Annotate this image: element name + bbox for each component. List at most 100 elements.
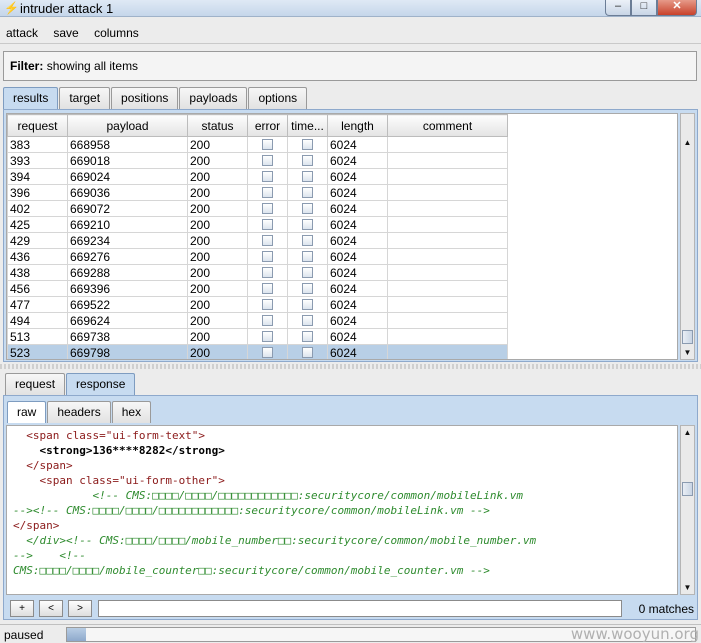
tab-target[interactable]: target: [59, 87, 111, 109]
checkbox[interactable]: [262, 283, 273, 294]
error-checkbox[interactable]: [247, 184, 288, 201]
checkbox[interactable]: [262, 315, 273, 326]
checkbox[interactable]: [262, 139, 273, 150]
scroll-down-arrow-icon[interactable]: ▼: [681, 346, 694, 359]
table-row[interactable]: 456 669396 200 6024: [7, 280, 508, 297]
scroll-down-arrow-icon[interactable]: ▼: [681, 581, 694, 594]
menu-columns[interactable]: columns: [88, 22, 145, 40]
timeout-checkbox[interactable]: [287, 168, 328, 185]
error-checkbox[interactable]: [247, 136, 288, 153]
error-checkbox[interactable]: [247, 344, 288, 359]
checkbox[interactable]: [262, 251, 273, 262]
checkbox[interactable]: [302, 267, 313, 278]
scroll-thumb[interactable]: [682, 330, 693, 344]
tab-request[interactable]: request: [5, 373, 66, 395]
column-error[interactable]: error: [247, 114, 288, 137]
table-row[interactable]: 477 669522 200 6024: [7, 296, 508, 313]
error-checkbox[interactable]: [247, 152, 288, 169]
checkbox[interactable]: [262, 331, 273, 342]
menu-attack[interactable]: attack: [0, 22, 44, 40]
checkbox[interactable]: [302, 315, 313, 326]
results-table[interactable]: request payload status error time... len…: [6, 113, 678, 360]
column-request[interactable]: request: [7, 114, 68, 137]
tab-response[interactable]: response: [66, 373, 136, 395]
tab-positions[interactable]: positions: [111, 87, 179, 109]
checkbox[interactable]: [302, 283, 313, 294]
timeout-checkbox[interactable]: [287, 328, 328, 345]
checkbox[interactable]: [302, 251, 313, 262]
timeout-checkbox[interactable]: [287, 232, 328, 249]
table-row[interactable]: 429 669234 200 6024: [7, 232, 508, 249]
scroll-up-arrow-icon[interactable]: ▲: [681, 426, 694, 439]
column-timeout[interactable]: time...: [287, 114, 328, 137]
timeout-checkbox[interactable]: [287, 152, 328, 169]
maximize-button[interactable]: □: [631, 0, 657, 16]
timeout-checkbox[interactable]: [287, 264, 328, 281]
error-checkbox[interactable]: [247, 280, 288, 297]
error-checkbox[interactable]: [247, 168, 288, 185]
timeout-checkbox[interactable]: [287, 136, 328, 153]
column-status[interactable]: status: [187, 114, 248, 137]
checkbox[interactable]: [262, 347, 273, 358]
tab-options[interactable]: options: [248, 87, 308, 109]
menu-save[interactable]: save: [47, 22, 84, 40]
checkbox[interactable]: [302, 347, 313, 358]
checkbox[interactable]: [302, 219, 313, 230]
tab-headers[interactable]: headers: [47, 401, 111, 423]
filter-bar[interactable]: Filter: showing all items: [3, 51, 697, 81]
checkbox[interactable]: [262, 219, 273, 230]
column-payload[interactable]: payload: [67, 114, 188, 137]
table-row[interactable]: 383 668958 200 6024: [7, 136, 508, 153]
checkbox[interactable]: [262, 299, 273, 310]
tab-results[interactable]: results: [3, 87, 59, 109]
error-checkbox[interactable]: [247, 216, 288, 233]
checkbox[interactable]: [262, 171, 273, 182]
response-raw-viewer[interactable]: <span class="ui-form-text"> <strong>136*…: [6, 425, 678, 595]
checkbox[interactable]: [262, 155, 273, 166]
timeout-checkbox[interactable]: [287, 280, 328, 297]
timeout-checkbox[interactable]: [287, 344, 328, 359]
close-button[interactable]: ✕: [657, 0, 697, 16]
column-length[interactable]: length: [327, 114, 388, 137]
error-checkbox[interactable]: [247, 248, 288, 265]
error-checkbox[interactable]: [247, 328, 288, 345]
timeout-checkbox[interactable]: [287, 312, 328, 329]
search-input[interactable]: [98, 600, 622, 617]
column-comment[interactable]: comment: [387, 114, 508, 137]
error-checkbox[interactable]: [247, 200, 288, 217]
checkbox[interactable]: [302, 299, 313, 310]
table-row[interactable]: 425 669210 200 6024: [7, 216, 508, 233]
scroll-up-arrow-icon[interactable]: ▲: [681, 136, 694, 149]
search-prev-button[interactable]: <: [39, 600, 63, 617]
search-next-button[interactable]: >: [68, 600, 92, 617]
scroll-thumb[interactable]: [682, 482, 693, 496]
error-checkbox[interactable]: [247, 312, 288, 329]
checkbox[interactable]: [302, 187, 313, 198]
table-row[interactable]: 513 669738 200 6024: [7, 328, 508, 345]
checkbox[interactable]: [302, 235, 313, 246]
checkbox[interactable]: [302, 139, 313, 150]
checkbox[interactable]: [302, 331, 313, 342]
error-checkbox[interactable]: [247, 232, 288, 249]
table-row[interactable]: 494 669624 200 6024: [7, 312, 508, 329]
results-scrollbar[interactable]: ▲ ▼: [680, 113, 695, 360]
timeout-checkbox[interactable]: [287, 200, 328, 217]
checkbox[interactable]: [302, 203, 313, 214]
table-row[interactable]: 438 669288 200 6024: [7, 264, 508, 281]
timeout-checkbox[interactable]: [287, 184, 328, 201]
split-pane-divider[interactable]: [0, 364, 701, 369]
tab-payloads[interactable]: payloads: [179, 87, 248, 109]
checkbox[interactable]: [262, 187, 273, 198]
table-row[interactable]: 396 669036 200 6024: [7, 184, 508, 201]
checkbox[interactable]: [262, 203, 273, 214]
tab-raw[interactable]: raw: [7, 401, 47, 423]
table-row[interactable]: 394 669024 200 6024: [7, 168, 508, 185]
table-row[interactable]: 523 669798 200 6024: [7, 344, 508, 359]
table-row[interactable]: 393 669018 200 6024: [7, 152, 508, 169]
timeout-checkbox[interactable]: [287, 296, 328, 313]
checkbox[interactable]: [262, 235, 273, 246]
response-scrollbar[interactable]: ▲ ▼: [680, 425, 695, 595]
error-checkbox[interactable]: [247, 296, 288, 313]
timeout-checkbox[interactable]: [287, 216, 328, 233]
timeout-checkbox[interactable]: [287, 248, 328, 265]
